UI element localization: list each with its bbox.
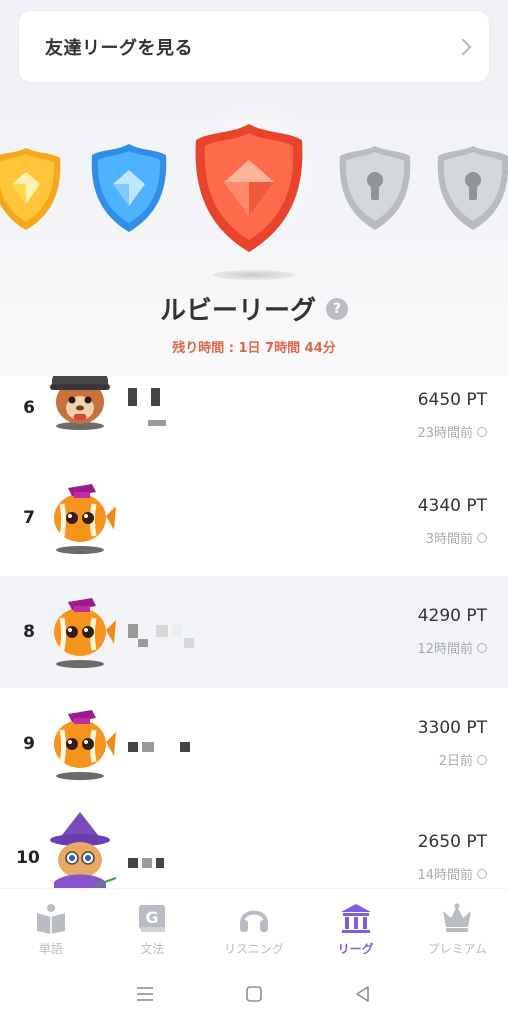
nav-label: 文法	[140, 942, 165, 956]
points: 4340 PT	[417, 496, 487, 516]
fish-avatar-icon	[54, 484, 116, 554]
points: 3300 PT	[417, 718, 487, 738]
points: 6450 PT	[417, 390, 487, 410]
clock-icon	[477, 532, 487, 543]
book-icon	[36, 904, 65, 934]
nav-tab-grammar[interactable]: G 文法	[102, 889, 204, 964]
clock-icon	[477, 868, 487, 879]
league-icon	[340, 904, 371, 933]
points: 2650 PT	[417, 832, 487, 852]
ranking-row-current-user[interactable]: 8 4290 PT 12時間前	[0, 576, 508, 688]
rank-number: 9	[23, 734, 35, 754]
ruby-league-badge-icon[interactable]	[190, 120, 308, 258]
headphones-icon	[239, 910, 268, 932]
friends-league-button[interactable]: 友達リーグを見る	[19, 11, 489, 82]
svg-text:G: G	[146, 908, 159, 927]
nav-label: リーグ	[337, 942, 374, 956]
sapphire-league-badge-icon[interactable]	[88, 140, 170, 236]
nav-tab-premium[interactable]: プレミアム	[406, 889, 508, 964]
rank-number: 6	[23, 398, 35, 418]
rank-number: 10	[16, 848, 40, 868]
username-redacted	[128, 738, 190, 756]
friends-league-label: 友達リーグを見る	[45, 37, 193, 59]
username-redacted	[128, 854, 164, 872]
crown-icon	[443, 903, 472, 932]
home-icon[interactable]	[244, 984, 264, 1004]
nav-tab-listening[interactable]: リスニング	[203, 889, 305, 964]
locked-badge-icon[interactable]	[434, 142, 508, 234]
grammar-icon: G	[139, 905, 166, 932]
gold-league-badge-icon[interactable]	[0, 144, 64, 234]
username-redacted	[128, 388, 160, 406]
last-active: 2日前	[439, 750, 487, 769]
league-title: ルビーリーグ ?	[0, 290, 508, 327]
clock-icon	[477, 426, 487, 437]
username-redacted	[148, 414, 166, 432]
ranking-row[interactable]: 7 4340 PT 3時間前	[0, 456, 508, 568]
ranking-row[interactable]: 9 3300 PT 2日前	[0, 688, 508, 800]
nav-tab-words[interactable]: 単語	[0, 889, 102, 964]
league-name: ルビーリーグ	[159, 296, 316, 326]
league-badges-carousel[interactable]	[0, 110, 508, 280]
nav-label: 単語	[38, 942, 63, 956]
last-active: 3時間前	[426, 528, 487, 547]
badge-shadow	[213, 270, 295, 280]
locked-badge-icon[interactable]	[336, 142, 414, 234]
nav-label: リスニング	[223, 942, 284, 956]
clock-icon	[477, 642, 487, 653]
bottom-navigation: 単語 G 文法 リスニング リーグ プレミアム	[0, 888, 508, 964]
username-redacted	[138, 634, 194, 652]
help-icon[interactable]: ?	[326, 297, 348, 320]
nav-label: プレミアム	[427, 942, 487, 956]
last-active: 12時間前	[417, 638, 487, 657]
chevron-right-icon	[454, 38, 472, 55]
fish-avatar-icon	[54, 598, 116, 668]
last-active: 23時間前	[417, 422, 487, 441]
fish-avatar-icon	[54, 710, 116, 780]
hamster-avatar-icon	[50, 376, 110, 430]
nav-tab-league[interactable]: リーグ	[305, 889, 407, 964]
ranking-row[interactable]: 10 2650 PT 14時間前	[0, 800, 508, 888]
clock-icon	[477, 754, 487, 765]
rank-number: 8	[23, 622, 35, 642]
ranking-row[interactable]: 6 6450 PT 23時間前	[0, 376, 508, 456]
system-navigation-bar	[0, 964, 508, 1024]
remaining-time: 残り時間 : 1日 7時間 44分	[172, 341, 336, 356]
back-icon[interactable]	[353, 984, 373, 1004]
rank-number: 7	[23, 508, 35, 528]
ranking-list[interactable]: 6 6450 PT 23時間前 7 4340 PT 3時間前 8 4290 PT…	[0, 376, 508, 888]
league-header: 友達リーグを見る ルビーリーグ ? 残り時間: 1日 7時間 44分	[0, 0, 508, 376]
recent-apps-icon[interactable]	[135, 985, 155, 1003]
last-active: 14時間前	[417, 864, 487, 883]
points: 4290 PT	[417, 606, 487, 626]
cat-wizard-avatar-icon	[50, 812, 116, 888]
